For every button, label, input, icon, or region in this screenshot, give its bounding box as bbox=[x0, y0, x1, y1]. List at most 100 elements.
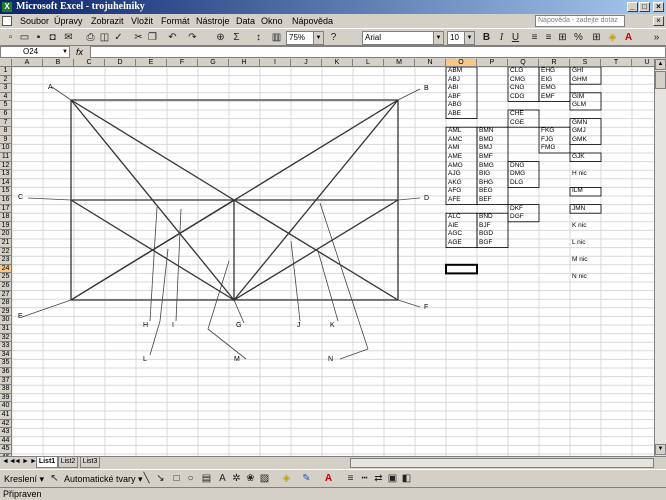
cell-text[interactable]: AFG bbox=[448, 187, 461, 196]
align-left-icon[interactable]: ≡ bbox=[528, 31, 541, 44]
cell-text[interactable]: AKG bbox=[448, 179, 462, 188]
row-header[interactable]: 15 bbox=[0, 187, 12, 196]
cell-text[interactable]: AMI bbox=[448, 144, 460, 153]
cell-text[interactable]: GHI bbox=[572, 67, 584, 76]
cell-text[interactable]: ILM bbox=[572, 187, 583, 196]
row-header[interactable]: 22 bbox=[0, 247, 12, 257]
print-preview-icon[interactable]: ◫ bbox=[98, 31, 111, 44]
row-header[interactable]: 37 bbox=[0, 376, 12, 386]
menu-zobrazit[interactable]: Zobrazit bbox=[91, 16, 124, 26]
cell-text[interactable]: BMG bbox=[479, 162, 494, 171]
row-header[interactable]: 21 bbox=[0, 239, 12, 248]
menu-data[interactable]: Data bbox=[236, 16, 255, 26]
formula-input[interactable] bbox=[90, 46, 666, 58]
row-header[interactable]: 30 bbox=[0, 316, 12, 325]
email-icon[interactable]: ✉ bbox=[62, 31, 75, 44]
diagram-icon[interactable]: ✲ bbox=[230, 472, 243, 485]
minimize-button[interactable]: _ bbox=[627, 2, 638, 12]
open-icon[interactable]: ▭ bbox=[18, 31, 31, 44]
row-header[interactable]: 2 bbox=[0, 75, 12, 85]
menu-napoveda[interactable]: Nápověda bbox=[292, 16, 333, 26]
chart-icon[interactable]: ▥ bbox=[270, 31, 283, 44]
menu-nastroje[interactable]: Nástroje bbox=[196, 16, 230, 26]
row-header[interactable]: 43 bbox=[0, 428, 12, 437]
row-header[interactable]: 32 bbox=[0, 333, 12, 343]
menu-vlozit[interactable]: Vložit bbox=[131, 16, 153, 26]
row-header[interactable]: 17 bbox=[0, 204, 12, 214]
row-header[interactable]: 35 bbox=[0, 359, 12, 368]
rectangle-icon[interactable]: □ bbox=[170, 472, 183, 485]
percent-icon[interactable]: % bbox=[572, 31, 585, 44]
row-header[interactable]: 25 bbox=[0, 273, 12, 282]
cell-text[interactable]: DGF bbox=[510, 213, 524, 222]
cell-text[interactable]: GIM bbox=[572, 93, 584, 102]
dash-style-icon[interactable]: ┅ bbox=[358, 472, 371, 485]
wordart-icon[interactable]: A bbox=[216, 472, 229, 485]
cell-text[interactable]: FJG bbox=[541, 136, 553, 145]
horizontal-scrollbar[interactable] bbox=[350, 458, 654, 468]
cell-text[interactable]: AIE bbox=[448, 222, 458, 231]
borders-icon[interactable]: ⊞ bbox=[590, 31, 603, 44]
cell-text[interactable]: ABI bbox=[448, 84, 458, 93]
row-header[interactable]: 6 bbox=[0, 110, 12, 119]
oval-icon[interactable]: ○ bbox=[184, 472, 197, 485]
row-header[interactable]: 10 bbox=[0, 144, 12, 153]
menu-format[interactable]: Formát bbox=[161, 16, 190, 26]
cell-text[interactable]: GHM bbox=[572, 76, 587, 85]
row-header[interactable]: 41 bbox=[0, 411, 12, 420]
autoshapes-button[interactable]: Automatické tvary ▾ bbox=[64, 474, 143, 485]
line-style-icon[interactable]: ≡ bbox=[344, 472, 357, 485]
cell-text[interactable]: JMN bbox=[572, 205, 585, 214]
cell-text[interactable]: ABJ bbox=[448, 76, 460, 85]
textbox-icon[interactable]: ▤ bbox=[200, 472, 213, 485]
row-header[interactable]: 27 bbox=[0, 290, 12, 300]
cell-text[interactable]: CMG bbox=[510, 76, 525, 85]
shadow-icon[interactable]: ▣ bbox=[386, 472, 399, 485]
cell-text[interactable]: GMJ bbox=[572, 127, 586, 136]
cell-text[interactable]: BND bbox=[479, 213, 493, 222]
next-sheet-icon[interactable]: ► bbox=[22, 458, 29, 465]
cell-text[interactable]: DMG bbox=[510, 170, 525, 179]
column-header[interactable]: Q bbox=[508, 59, 539, 67]
row-header[interactable]: 3 bbox=[0, 84, 12, 93]
cell-text[interactable]: FKG bbox=[541, 127, 554, 136]
print-icon[interactable]: ⎙ bbox=[84, 31, 97, 44]
cell-text[interactable]: EMF bbox=[541, 93, 555, 102]
picture-icon[interactable]: ▨ bbox=[258, 472, 271, 485]
cell-text[interactable]: GMN bbox=[572, 119, 587, 128]
row-header[interactable]: 14 bbox=[0, 178, 12, 188]
row-header[interactable]: 23 bbox=[0, 256, 12, 265]
close-button[interactable]: × bbox=[653, 2, 664, 12]
cell-text[interactable]: BEG bbox=[479, 187, 493, 196]
cell-text[interactable]: BMN bbox=[479, 127, 493, 136]
cell-text[interactable]: ABG bbox=[448, 101, 462, 110]
row-header[interactable]: 34 bbox=[0, 350, 12, 360]
cell-text[interactable]: N nic bbox=[572, 273, 587, 282]
row-header[interactable]: 29 bbox=[0, 307, 12, 317]
fill-color-icon[interactable]: ◈ bbox=[280, 472, 293, 485]
cell-text[interactable]: GMK bbox=[572, 136, 587, 145]
cell-text[interactable]: EIG bbox=[541, 76, 552, 85]
menu-okno[interactable]: Okno bbox=[261, 16, 283, 26]
maximize-button[interactable]: □ bbox=[639, 2, 650, 12]
column-header[interactable]: K bbox=[322, 59, 353, 67]
cell-text[interactable]: CNG bbox=[510, 84, 524, 93]
row-header[interactable]: 36 bbox=[0, 368, 12, 377]
fill-color-icon[interactable]: ◈ bbox=[606, 31, 619, 44]
column-header[interactable]: R bbox=[539, 59, 570, 67]
cell-text[interactable]: ALC bbox=[448, 213, 461, 222]
cell-text[interactable]: CLG bbox=[510, 67, 523, 76]
spelling-icon[interactable]: ✓ bbox=[112, 31, 125, 44]
cell-text[interactable]: AME bbox=[448, 153, 462, 162]
save-icon[interactable]: ▪ bbox=[32, 31, 45, 44]
row-header[interactable]: 39 bbox=[0, 393, 12, 403]
column-header[interactable]: B bbox=[43, 59, 74, 67]
cell-text[interactable]: BHG bbox=[479, 179, 493, 188]
row-header[interactable]: 9 bbox=[0, 135, 12, 145]
toolbar-options-icon[interactable]: » bbox=[650, 31, 663, 44]
row-header[interactable]: 11 bbox=[0, 153, 12, 162]
draw-menu-button[interactable]: Kreslení ▾ bbox=[4, 474, 44, 485]
cell-text[interactable]: L nic bbox=[572, 239, 586, 248]
row-header[interactable]: 5 bbox=[0, 101, 12, 110]
help-icon[interactable]: ? bbox=[327, 31, 340, 44]
